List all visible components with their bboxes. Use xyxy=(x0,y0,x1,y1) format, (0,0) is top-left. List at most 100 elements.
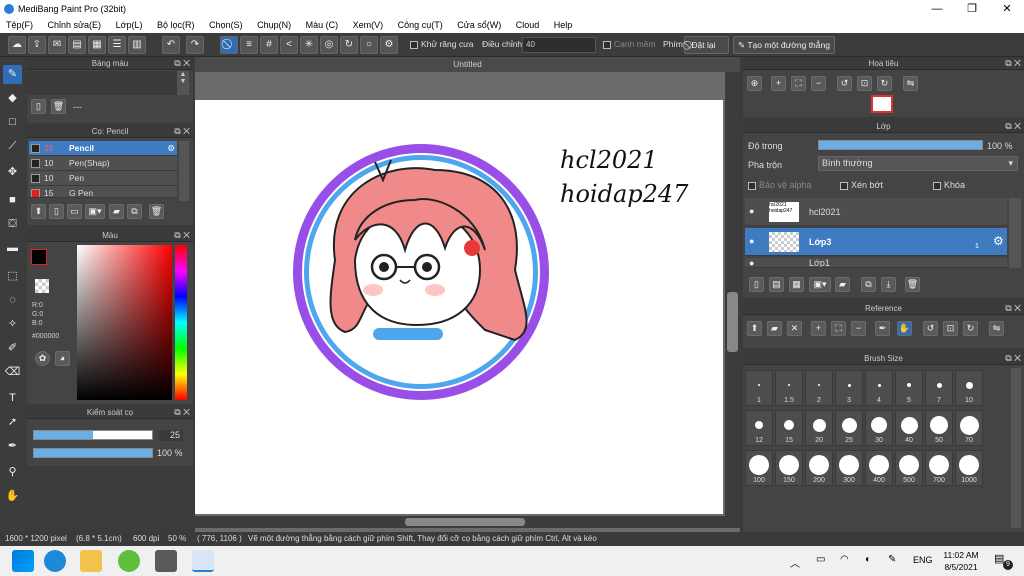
clipping-checkbox[interactable]: Xén bớt xyxy=(840,180,883,190)
brush-item-pen-shap[interactable]: 10 Pen(Shap) xyxy=(29,156,177,171)
ref-rotate-left-icon[interactable]: ↺ xyxy=(923,321,938,336)
list-icon[interactable]: ☰ xyxy=(108,36,126,54)
rotate-left-icon[interactable]: ↺ xyxy=(837,76,852,91)
parallel-snap-icon[interactable]: ≡ xyxy=(240,36,258,54)
brush-tool-icon[interactable]: ✎ xyxy=(3,65,22,84)
vertical-scrollbar[interactable] xyxy=(725,72,740,516)
move-tool-icon[interactable]: ✥ xyxy=(3,163,22,182)
close-icon[interactable]: ⧉ ✕ xyxy=(1005,352,1021,365)
layer-scrollbar[interactable] xyxy=(1009,198,1021,268)
brush-size-option[interactable]: 1000 xyxy=(955,450,983,486)
palette-wheel-icon[interactable]: ✿ xyxy=(35,351,50,366)
brush-item-pencil[interactable]: 25 Pencil ⚙ xyxy=(29,141,177,156)
ref-zoom-in-icon[interactable]: + xyxy=(811,321,826,336)
ref-flip-icon[interactable]: ⇋ xyxy=(989,321,1004,336)
foreground-color-swatch[interactable] xyxy=(31,249,47,265)
brush-size-slider[interactable] xyxy=(33,430,153,440)
brush-size-option[interactable]: 70 xyxy=(955,410,983,446)
camera-icon[interactable] xyxy=(155,550,177,572)
settings-snap-icon[interactable]: ⚙ xyxy=(380,36,398,54)
menu-cloud[interactable]: Cloud xyxy=(510,18,546,33)
brush-size-option[interactable]: 25 xyxy=(835,410,863,446)
cloud-icon[interactable]: ☁ xyxy=(8,36,26,54)
eye-icon[interactable]: ● xyxy=(749,236,754,246)
close-icon[interactable]: ⧉ ✕ xyxy=(174,229,190,242)
ref-close-icon[interactable]: ✕ xyxy=(787,321,802,336)
close-button[interactable]: ✕ xyxy=(990,0,1024,18)
horizontal-scroll-thumb[interactable] xyxy=(405,518,525,526)
menu-color[interactable]: Màu (C) xyxy=(300,18,345,33)
clipping-check[interactable] xyxy=(840,181,848,190)
protect-alpha-checkbox[interactable]: Bảo vệ alpha xyxy=(748,180,812,190)
horizontal-scrollbar[interactable] xyxy=(195,516,740,528)
cross-snap-icon[interactable]: # xyxy=(260,36,278,54)
layer-menu-icon[interactable]: ▣▾ xyxy=(809,277,831,292)
ref-reset-icon[interactable]: ⊡ xyxy=(943,321,958,336)
duplicate-layer-icon[interactable]: ⧉ xyxy=(861,277,876,292)
close-icon[interactable]: ⧉ ✕ xyxy=(1005,57,1021,70)
ref-zoom-out-icon[interactable]: − xyxy=(851,321,866,336)
ref-eyedropper-icon[interactable]: ✒ xyxy=(875,321,890,336)
new-8bit-layer-icon[interactable]: ▦ xyxy=(789,277,804,292)
edit-brush-icon[interactable]: ▭ xyxy=(67,204,82,219)
brush-size-option[interactable]: 300 xyxy=(835,450,863,486)
brush-size-option[interactable]: 500 xyxy=(895,450,923,486)
curve-snap-icon[interactable]: ↻ xyxy=(340,36,358,54)
new-palette-icon[interactable]: ▯ xyxy=(31,99,46,114)
straight-line-button[interactable]: ✎ Tạo một đường thẳng xyxy=(733,36,835,54)
clock[interactable]: 11:02 AM 8/5/2021 xyxy=(938,549,984,573)
transparent-swatch[interactable] xyxy=(35,279,49,293)
copy-brush-icon[interactable]: ▯ xyxy=(49,204,64,219)
app-green-icon[interactable] xyxy=(118,550,140,572)
new-halftone-layer-icon[interactable]: ▤ xyxy=(769,277,784,292)
ref-hand-icon[interactable]: ✋ xyxy=(897,321,912,336)
close-icon[interactable]: ⧉ ✕ xyxy=(174,57,190,70)
brush-size-option[interactable]: 3 xyxy=(835,370,863,406)
menu-help[interactable]: Help xyxy=(548,18,579,33)
lock-checkbox[interactable]: Khóa xyxy=(933,180,965,190)
brush-size-option[interactable]: 12 xyxy=(745,410,773,446)
new-layer-icon[interactable]: ▯ xyxy=(749,277,764,292)
chevron-up-icon[interactable]: ︿ xyxy=(790,555,800,570)
ellipse-snap-icon[interactable]: ○ xyxy=(360,36,378,54)
vanishing-snap-icon[interactable]: < xyxy=(280,36,298,54)
brush-size-option[interactable]: 15 xyxy=(775,410,803,446)
duplicate-icon[interactable]: ⧉ xyxy=(127,204,142,219)
magic-wand-tool-icon[interactable]: ✧ xyxy=(3,315,22,334)
menu-file[interactable]: Tệp(F) xyxy=(0,18,39,33)
file-explorer-icon[interactable] xyxy=(80,550,102,572)
trash-icon[interactable]: 🗑 xyxy=(149,204,164,219)
close-icon[interactable]: ⧉ ✕ xyxy=(174,125,190,138)
canvas[interactable]: hcl2021 hoidap247 xyxy=(195,100,723,514)
brush-size-option[interactable]: 700 xyxy=(925,450,953,486)
brush-size-option[interactable]: 1 xyxy=(745,370,773,406)
brush-size-option[interactable]: 1.5 xyxy=(775,370,803,406)
edge-checkbox[interactable]: Cạnh mềm xyxy=(603,39,656,49)
select-pen-tool-icon[interactable]: ✐ xyxy=(3,339,22,358)
zoom-in-icon[interactable]: + xyxy=(771,76,786,91)
maximize-button[interactable]: ❐ xyxy=(955,0,989,18)
brush-size-option[interactable]: 5 xyxy=(895,370,923,406)
brush-item-pen[interactable]: 10 Pen xyxy=(29,171,177,186)
brush-item-g-pen[interactable]: 15 G Pen xyxy=(29,186,177,198)
layer-row-hcl2021[interactable]: ● hcl2021 hoidap247 hcl2021 xyxy=(745,198,1007,226)
saturation-value-picker[interactable] xyxy=(77,245,172,400)
reset-rotation-icon[interactable]: ⊡ xyxy=(857,76,872,91)
reset-button[interactable]: ⃠ Đặt lại xyxy=(684,36,729,54)
divide-tool-icon[interactable]: ✒ xyxy=(3,437,22,456)
radial-snap-icon[interactable]: ✳ xyxy=(300,36,318,54)
operation-tool-icon[interactable]: ➚ xyxy=(3,413,22,432)
gear-icon[interactable]: ⚙ xyxy=(993,234,1004,248)
brush-size-value[interactable]: 25 xyxy=(159,430,183,441)
vertical-scroll-thumb[interactable] xyxy=(727,292,738,352)
folder-icon[interactable]: ▰ xyxy=(109,204,124,219)
menu-window[interactable]: Cửa sổ(W) xyxy=(451,18,507,33)
color-set-icon[interactable]: ◕ xyxy=(55,351,70,366)
antialias-check[interactable] xyxy=(410,40,418,49)
gear-icon[interactable]: ⚙ xyxy=(167,141,175,156)
brush-size-option[interactable]: 50 xyxy=(925,410,953,446)
close-icon[interactable]: ⧉ ✕ xyxy=(174,406,190,419)
add-brush-icon[interactable]: ⬆ xyxy=(31,204,46,219)
minimize-button[interactable]: — xyxy=(920,0,954,18)
rotate-right-icon[interactable]: ↻ xyxy=(877,76,892,91)
